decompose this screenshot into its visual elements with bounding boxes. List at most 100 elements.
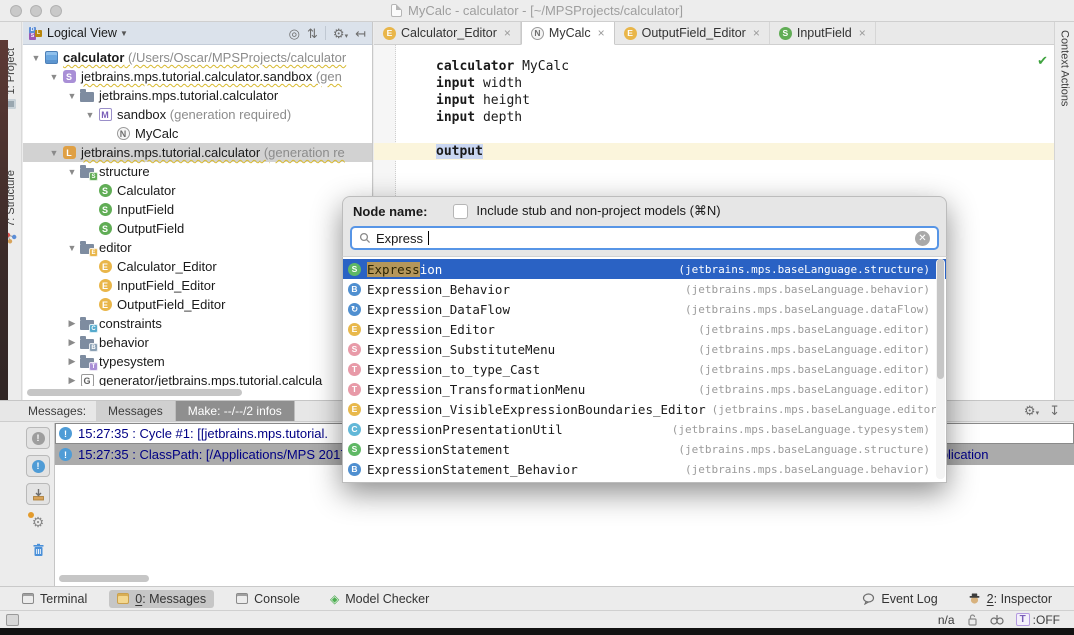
gear-icon[interactable]: ⚙▾ bbox=[333, 27, 348, 40]
search-input[interactable]: Express ✕ bbox=[350, 226, 939, 250]
popup-result-row[interactable]: CExpressionPresentationUtil(jetbrains.mp… bbox=[343, 419, 946, 439]
folder-t-icon: T bbox=[79, 355, 95, 368]
tab-close-icon[interactable]: × bbox=[753, 26, 760, 40]
popup-result-row[interactable]: ↻Expression_DataFlow(jetbrains.mps.baseL… bbox=[343, 299, 946, 319]
popup-scrollbar-thumb[interactable] bbox=[937, 259, 944, 379]
toolwindow-button-console[interactable]: Console bbox=[228, 590, 308, 608]
project-tree-hscrollbar[interactable] bbox=[27, 389, 242, 396]
tab-close-icon[interactable]: × bbox=[598, 26, 605, 40]
code-line[interactable]: input height bbox=[374, 92, 1054, 109]
folder-icon bbox=[79, 89, 95, 102]
hector-inspector-icon[interactable] bbox=[990, 613, 1004, 626]
tree-row-text: Calculator_Editor bbox=[117, 259, 217, 274]
tree-arrow-icon[interactable]: ▼ bbox=[65, 243, 79, 253]
view-selector-chevron-icon[interactable]: ▼ bbox=[117, 29, 131, 38]
tab-close-icon[interactable]: × bbox=[504, 26, 511, 40]
tree-row[interactable]: ▼Sjetbrains.mps.tutorial.calculator.sand… bbox=[23, 67, 372, 86]
include-stub-checkbox[interactable] bbox=[453, 204, 468, 219]
tree-row[interactable]: SOutputField bbox=[23, 219, 372, 238]
view-selector[interactable]: Logical View bbox=[47, 26, 117, 40]
tree-row[interactable]: ▼Eeditor bbox=[23, 238, 372, 257]
tree-row[interactable]: SCalculator bbox=[23, 181, 372, 200]
popup-result-row[interactable]: EExpression_Editor(jetbrains.mps.baseLan… bbox=[343, 319, 946, 339]
popup-result-row[interactable]: TExpression_TransformationMenu(jetbrains… bbox=[343, 379, 946, 399]
tree-arrow-icon[interactable]: ▶ bbox=[65, 337, 79, 348]
tree-arrow-icon[interactable]: ▶ bbox=[65, 356, 79, 367]
tree-row[interactable]: NMyCalc bbox=[23, 124, 372, 143]
popup-result-row[interactable]: SExpression(jetbrains.mps.baseLanguage.s… bbox=[343, 259, 946, 279]
popup-result-row[interactable]: BExpressionStatement_Behavior(jetbrains.… bbox=[343, 459, 946, 479]
tree-arrow-icon[interactable]: ▼ bbox=[47, 72, 61, 82]
code-line[interactable]: input depth bbox=[374, 109, 1054, 126]
unlock-icon[interactable] bbox=[967, 613, 978, 626]
messages-gear-icon[interactable]: ⚙▾ bbox=[1024, 403, 1039, 419]
tree-row[interactable]: ECalculator_Editor bbox=[23, 257, 372, 276]
tree-row[interactable]: SInputField bbox=[23, 200, 372, 219]
filter-info-button[interactable]: ! bbox=[26, 455, 50, 477]
tab-close-icon[interactable]: × bbox=[859, 26, 866, 40]
toolwindow-button-2-inspector[interactable]: 2: Inspector bbox=[960, 590, 1060, 608]
tree-arrow-icon[interactable]: ▼ bbox=[29, 53, 43, 63]
filter-warnings-button[interactable]: ! bbox=[26, 427, 50, 449]
tab-type-icon: S bbox=[779, 27, 792, 40]
tree-row[interactable]: ▼calculator (/Users/Oscar/MPSProjects/ca… bbox=[23, 48, 372, 67]
tree-arrow-icon[interactable]: ▶ bbox=[65, 318, 79, 329]
tree-row[interactable]: ▶Bbehavior bbox=[23, 333, 372, 352]
clear-all-button[interactable] bbox=[26, 539, 50, 561]
tree-row[interactable]: ▼Sstructure bbox=[23, 162, 372, 181]
tree-row[interactable]: ▼Msandbox (generation required) bbox=[23, 105, 372, 124]
code-line[interactable] bbox=[374, 126, 1054, 143]
tree-arrow-icon[interactable]: ▶ bbox=[65, 375, 79, 386]
tab-Calculator_Editor[interactable]: ECalculator_Editor× bbox=[374, 22, 521, 44]
tree-row[interactable]: ▶Cconstraints bbox=[23, 314, 372, 333]
project-icon bbox=[45, 51, 58, 64]
tab-MyCalc[interactable]: NMyCalc× bbox=[521, 22, 615, 45]
popup-result-row[interactable]: SExpressionStatement(jetbrains.mps.baseL… bbox=[343, 439, 946, 459]
toolwindow-button-event-log[interactable]: Event Log bbox=[854, 590, 945, 608]
tree-row-text: OutputField bbox=[117, 221, 184, 236]
result-name: Expression bbox=[367, 262, 442, 277]
settings-button[interactable]: ⚙ bbox=[26, 511, 50, 533]
tree-row[interactable]: ▼Ljetbrains.mps.tutorial.calculator (gen… bbox=[23, 143, 372, 162]
context-actions-tool-button[interactable]: Context Actions bbox=[1059, 30, 1071, 106]
trash-icon bbox=[32, 543, 45, 557]
toolwindow-button-model-checker[interactable]: ◈Model Checker bbox=[322, 590, 437, 608]
tree-arrow-icon[interactable]: ▼ bbox=[83, 110, 97, 120]
typesystem-toggle[interactable]: T :OFF bbox=[1016, 613, 1060, 627]
messages-hscrollbar[interactable] bbox=[59, 575, 149, 582]
code-line[interactable]: calculator MyCalc bbox=[374, 58, 1054, 75]
locate-icon[interactable]: ◎ bbox=[289, 27, 300, 40]
code-line[interactable]: output bbox=[374, 143, 1054, 160]
collapse-all-icon[interactable]: ⇅ bbox=[307, 27, 318, 40]
code-text: height bbox=[475, 93, 530, 108]
status-na: n/a bbox=[938, 613, 955, 627]
clear-search-icon[interactable]: ✕ bbox=[915, 231, 930, 246]
popup-scrollbar-track[interactable] bbox=[936, 259, 945, 479]
tree-row[interactable]: ▶Ggenerator/jetbrains.mps.tutorial.calcu… bbox=[23, 371, 372, 386]
tree-arrow-icon[interactable]: ▼ bbox=[47, 148, 61, 158]
toolwindow-button-0-messages[interactable]: 0: Messages bbox=[109, 590, 214, 608]
tree-arrow-icon[interactable]: ▼ bbox=[65, 91, 79, 101]
toolwindow-button-terminal[interactable]: Terminal bbox=[14, 590, 95, 608]
tab-InputField[interactable]: SInputField× bbox=[770, 22, 876, 44]
hide-panel-icon[interactable]: ↤ bbox=[355, 27, 366, 40]
popup-result-row[interactable]: BExpression_Behavior(jetbrains.mps.baseL… bbox=[343, 279, 946, 299]
tree-row[interactable]: EInputField_Editor bbox=[23, 276, 372, 295]
popup-result-row[interactable]: SExpression_SubstituteMenu(jetbrains.mps… bbox=[343, 339, 946, 359]
tab-OutputField_Editor[interactable]: EOutputField_Editor× bbox=[615, 22, 770, 44]
popup-result-row[interactable]: EExpression_VisibleExpressionBoundaries_… bbox=[343, 399, 946, 419]
messages-tab[interactable]: Messages bbox=[96, 401, 176, 421]
code-line[interactable]: input width bbox=[374, 75, 1054, 92]
tree-arrow-icon[interactable]: ▼ bbox=[65, 167, 79, 177]
info-icon: ! bbox=[59, 448, 72, 461]
toolwindow-toggle-icon[interactable] bbox=[6, 614, 19, 626]
tree-row-label: InputField bbox=[117, 202, 174, 217]
messages-hide-icon[interactable]: ↧ bbox=[1049, 403, 1060, 419]
tree-row[interactable]: ▼jetbrains.mps.tutorial.calculator bbox=[23, 86, 372, 105]
tree-row[interactable]: EOutputField_Editor bbox=[23, 295, 372, 314]
export-button[interactable] bbox=[26, 483, 50, 505]
tree-row[interactable]: ▶Ttypesystem bbox=[23, 352, 372, 371]
popup-result-row[interactable]: TExpression_to_type_Cast(jetbrains.mps.b… bbox=[343, 359, 946, 379]
messages-tab[interactable]: Make: --/--/2 infos bbox=[176, 401, 295, 421]
include-stub-label[interactable]: Include stub and non-project models (⌘N) bbox=[476, 203, 720, 219]
